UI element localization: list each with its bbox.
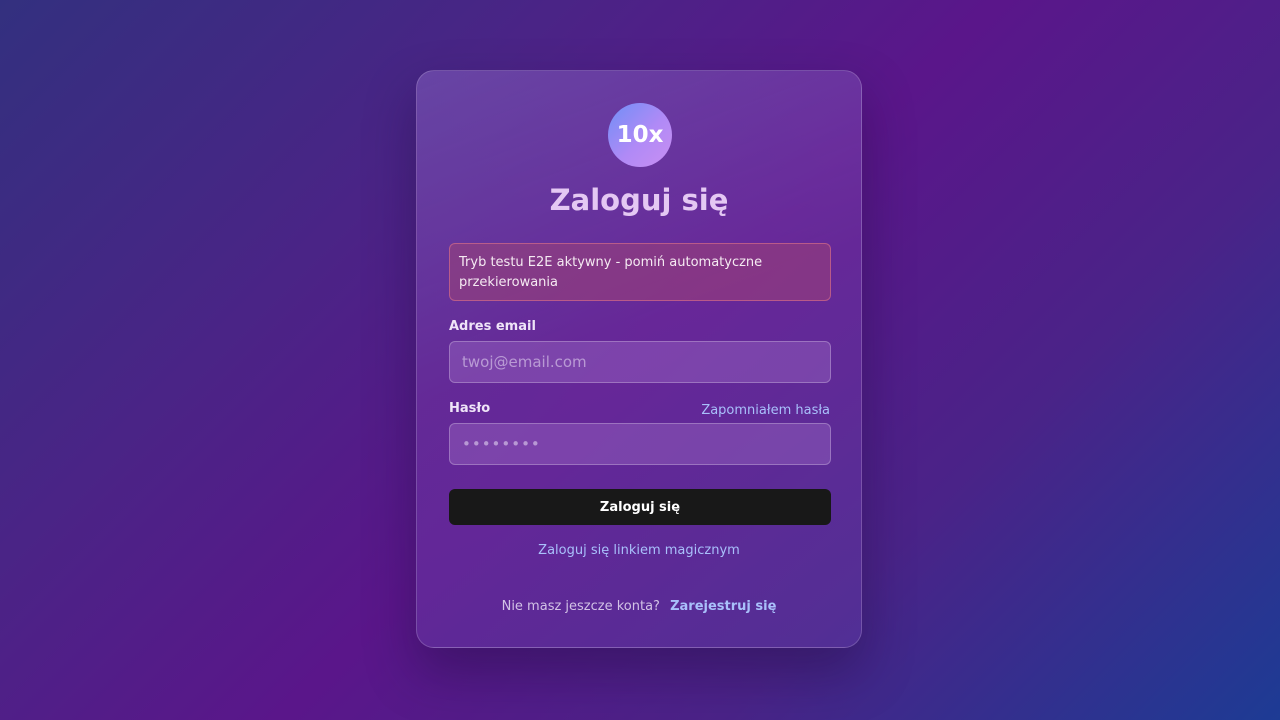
e2e-test-alert: Tryb testu E2E aktywny - pomiń automatyc… — [449, 243, 831, 301]
password-field[interactable] — [449, 423, 831, 465]
email-label: Adres email — [449, 319, 536, 334]
forgot-password-link[interactable]: Zapomniałem hasła — [701, 403, 830, 418]
signup-prompt: Nie masz jeszcze konta? — [501, 599, 660, 614]
login-card: 10x Zaloguj się Tryb testu E2E aktywny -… — [416, 70, 862, 648]
login-button[interactable]: Zaloguj się — [449, 489, 831, 525]
password-label: Hasło — [449, 401, 491, 416]
magic-link-login[interactable]: Zaloguj się linkiem magicznym — [417, 543, 861, 558]
page-title: Zaloguj się — [549, 183, 729, 217]
signup-link[interactable]: Zarejestruj się — [670, 599, 776, 614]
email-field[interactable] — [449, 341, 831, 383]
logo-text: 10x — [616, 122, 664, 148]
logo-badge: 10x — [608, 103, 672, 167]
signup-row: Nie masz jeszcze konta? Zarejestruj się — [417, 599, 861, 614]
